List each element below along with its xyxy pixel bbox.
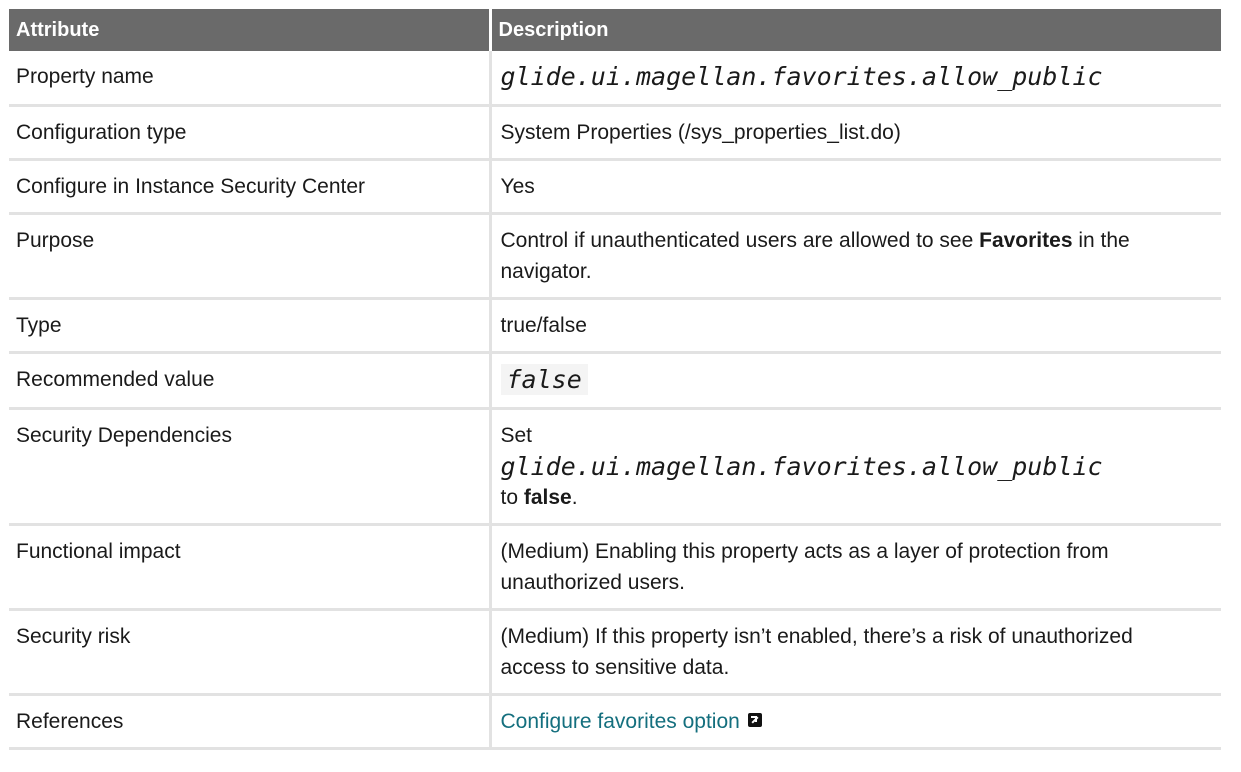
table-row: Security risk (Medium) If this property … xyxy=(9,609,1221,696)
table-row: Functional impact (Medium) Enabling this… xyxy=(9,524,1221,611)
configure-favorites-link[interactable]: Configure favorites option xyxy=(501,710,762,733)
table-row: Type true/false xyxy=(9,298,1221,354)
table-row: Property name glide.ui.magellan.favorite… xyxy=(9,51,1221,107)
attribute-cell: Configuration type xyxy=(9,105,492,161)
value-cell: glide.ui.magellan.favorites.allow_public xyxy=(490,51,1221,107)
dependency-line: to false. xyxy=(501,482,1210,513)
value-cell: false xyxy=(490,352,1221,410)
table-row: Purpose Control if unauthenticated users… xyxy=(9,213,1221,300)
dependency-set-text: Set xyxy=(500,424,533,447)
attribute-cell: Functional impact xyxy=(9,524,492,611)
attribute-cell: Configure in Instance Security Center xyxy=(9,159,492,215)
table-row: Configuration type System Properties (/s… xyxy=(9,105,1221,161)
value-cell: true/false xyxy=(490,298,1221,354)
dependency-false-text: false xyxy=(523,486,572,509)
attribute-cell: Purpose xyxy=(9,213,492,300)
dependency-period: . xyxy=(571,486,578,509)
attribute-cell: Security Dependencies xyxy=(9,408,492,526)
header-description: Description xyxy=(490,9,1221,51)
dependency-to-text: to xyxy=(500,486,524,509)
table-header-row: Attribute Description xyxy=(9,9,1221,51)
table-row: Configure in Instance Security Center Ye… xyxy=(9,159,1221,215)
purpose-text-before: Control if unauthenticated users are all… xyxy=(500,229,980,252)
link-text: Configure favorites option xyxy=(500,710,740,733)
recommended-value-code: false xyxy=(500,364,588,395)
header-attribute: Attribute xyxy=(9,9,492,51)
value-cell: System Properties (/sys_properties_list.… xyxy=(490,105,1221,161)
attribute-cell: Security risk xyxy=(9,609,492,696)
value-cell: Set glide.ui.magellan.favorites.allow_pu… xyxy=(490,408,1221,526)
value-cell: (Medium) Enabling this property acts as … xyxy=(490,524,1221,611)
attribute-cell: Property name xyxy=(9,51,492,107)
attributes-table: Attribute Description Property name glid… xyxy=(9,9,1221,750)
table-row: Recommended value false xyxy=(9,352,1221,410)
external-link-icon xyxy=(747,713,762,727)
value-cell: Configure favorites option xyxy=(490,694,1221,750)
table-row: Security Dependencies Set glide.ui.magel… xyxy=(9,408,1221,526)
value-cell: Yes xyxy=(490,159,1221,215)
attribute-cell: Recommended value xyxy=(9,352,492,410)
value-cell: (Medium) If this property isn’t enabled,… xyxy=(490,609,1221,696)
table-row: References Configure favorites option xyxy=(9,694,1221,750)
purpose-text-bold: Favorites xyxy=(979,229,1073,252)
attribute-cell: Type xyxy=(9,298,492,354)
page: Attribute Description Property name glid… xyxy=(0,0,1241,772)
property-name-code: glide.ui.magellan.favorites.allow_public xyxy=(500,62,1103,91)
attribute-cell: References xyxy=(9,694,492,750)
value-cell: Control if unauthenticated users are all… xyxy=(490,213,1221,300)
dependency-property-code: glide.ui.magellan.favorites.allow_public xyxy=(500,452,1103,481)
